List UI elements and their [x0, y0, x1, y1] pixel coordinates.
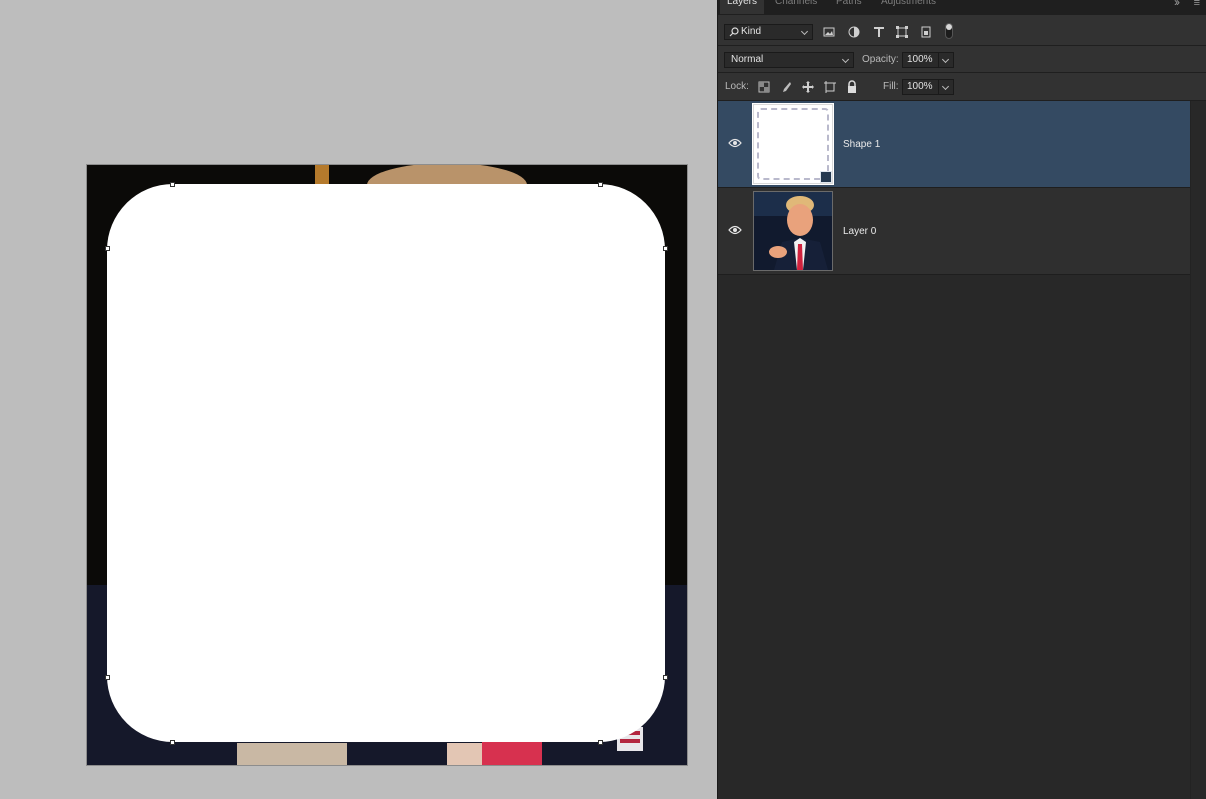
- layer-row-layer-0[interactable]: Layer 0: [718, 188, 1192, 275]
- lock-artboard-icon[interactable]: [823, 80, 837, 94]
- filter-kind-label: Kind: [741, 26, 762, 37]
- lock-position-icon[interactable]: [801, 80, 815, 94]
- filter-kind-select[interactable]: Kind: [724, 24, 813, 40]
- filter-toggle-switch[interactable]: [945, 23, 953, 39]
- path-anchor-point[interactable]: [105, 675, 110, 680]
- shape-layer-thumbnail[interactable]: [752, 103, 834, 185]
- panel-tab-bar: Layers Channels Paths Adjustments ›› ≡: [718, 0, 1206, 16]
- canvas-workspace[interactable]: [0, 0, 717, 799]
- path-anchor-point[interactable]: [598, 740, 603, 745]
- fill-input[interactable]: 100%: [902, 79, 939, 95]
- pixel-layer-filter-icon[interactable]: [822, 25, 836, 39]
- layer-filter-bar: Kind: [718, 15, 1206, 46]
- blend-mode-select[interactable]: Normal: [724, 52, 854, 68]
- layers-scrollbar[interactable]: [1190, 101, 1206, 799]
- smart-object-filter-icon[interactable]: [919, 25, 933, 39]
- photo-layer-thumbnail[interactable]: [753, 191, 833, 271]
- path-anchor-point[interactable]: [663, 675, 668, 680]
- tab-channels[interactable]: Channels: [768, 0, 824, 14]
- lock-all-icon[interactable]: [845, 80, 859, 94]
- path-anchor-point[interactable]: [598, 182, 603, 187]
- opacity-input[interactable]: 100%: [902, 52, 939, 68]
- lock-transparent-pixels-icon[interactable]: [757, 80, 771, 94]
- collapse-panel-icon[interactable]: ››: [1174, 0, 1180, 9]
- filter-toggle-knob: [946, 24, 952, 30]
- layer-name-layer-0[interactable]: Layer 0: [843, 226, 876, 237]
- lock-image-pixels-icon[interactable]: [779, 80, 793, 94]
- path-anchor-point[interactable]: [663, 246, 668, 251]
- layer-row-shape-1[interactable]: Shape 1: [718, 101, 1192, 188]
- lock-options-bar: Lock: Fill: 100%: [718, 73, 1206, 101]
- search-icon: [729, 27, 739, 37]
- tab-adjustments[interactable]: Adjustments: [874, 0, 943, 14]
- path-anchor-point[interactable]: [105, 246, 110, 251]
- fill-slider-toggle[interactable]: [938, 79, 954, 95]
- fill-label: Fill:: [883, 81, 899, 92]
- layer-name-shape-1[interactable]: Shape 1: [843, 139, 880, 150]
- lock-label: Lock:: [725, 81, 749, 92]
- opacity-slider-toggle[interactable]: [938, 52, 954, 68]
- adjustment-layer-filter-icon[interactable]: [847, 25, 861, 39]
- visibility-eye-icon[interactable]: [728, 138, 742, 148]
- path-anchor-point[interactable]: [170, 182, 175, 187]
- panel-menu-icon[interactable]: ≡: [1194, 0, 1200, 9]
- type-layer-filter-icon[interactable]: [872, 25, 886, 39]
- shape-layer-filter-icon[interactable]: [895, 25, 909, 39]
- opacity-label: Opacity:: [862, 54, 899, 65]
- visibility-eye-icon[interactable]: [728, 225, 742, 235]
- tab-paths[interactable]: Paths: [829, 0, 869, 14]
- blend-options-bar: Normal Opacity: 100%: [718, 46, 1206, 73]
- tab-layers[interactable]: Layers: [720, 0, 765, 14]
- portrait-photo-thumbnail: [754, 192, 832, 270]
- layers-panel: Layers Channels Paths Adjustments ›› ≡ K…: [717, 0, 1206, 799]
- rounded-rectangle-shape[interactable]: [107, 184, 665, 742]
- vector-shape-badge-icon: [820, 171, 832, 183]
- path-anchor-point[interactable]: [170, 740, 175, 745]
